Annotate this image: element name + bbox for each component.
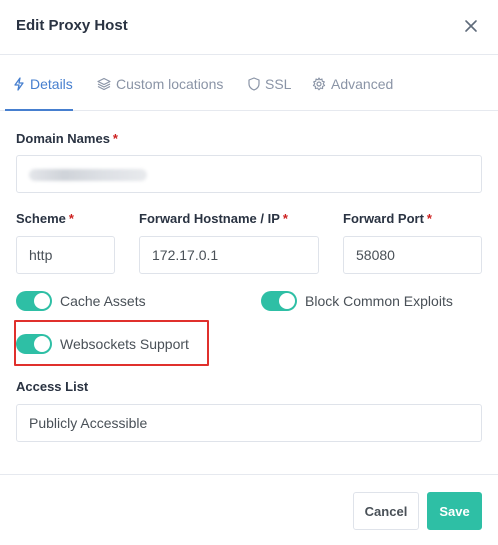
tab-label: SSL	[265, 75, 292, 92]
required-marker: *	[112, 131, 118, 146]
block-exploits-label: Block Common Exploits	[305, 293, 453, 309]
close-icon	[465, 20, 477, 32]
modal-header: Edit Proxy Host	[0, 0, 498, 55]
forward-port-input[interactable]: 58080	[343, 236, 482, 274]
forward-port-label: Forward Port *	[343, 211, 432, 226]
scheme-label: Scheme *	[16, 211, 74, 226]
forward-hostname-value: 172.17.0.1	[152, 247, 219, 263]
cache-assets-toggle[interactable]	[16, 291, 52, 311]
forward-hostname-input[interactable]: 172.17.0.1	[139, 236, 319, 274]
tab-custom-locations[interactable]: Custom locations	[97, 56, 223, 111]
cache-assets-label: Cache Assets	[60, 293, 146, 309]
access-list-value: Publicly Accessible	[29, 415, 148, 431]
tab-details[interactable]: Details	[13, 56, 73, 111]
modal-title: Edit Proxy Host	[16, 17, 128, 34]
modal-footer: Cancel Save	[0, 474, 498, 545]
scheme-select[interactable]: http	[16, 236, 115, 274]
required-marker: *	[68, 211, 74, 226]
domain-names-input[interactable]	[16, 155, 482, 193]
save-button[interactable]: Save	[427, 492, 482, 530]
required-marker: *	[426, 211, 432, 226]
domain-names-label: Domain Names *	[16, 131, 118, 146]
highlight-annotation	[14, 320, 209, 366]
forward-hostname-label: Forward Hostname / IP *	[139, 211, 288, 226]
gear-icon	[312, 76, 326, 90]
access-list-label: Access List	[16, 379, 89, 394]
cancel-button[interactable]: Cancel	[353, 492, 419, 530]
forward-port-value: 58080	[356, 247, 395, 263]
tab-label: Custom locations	[116, 75, 224, 92]
scheme-value: http	[29, 247, 53, 263]
tab-ssl[interactable]: SSL	[248, 56, 291, 111]
block-exploits-toggle-row: Block Common Exploits	[261, 291, 453, 311]
cache-assets-toggle-row: Cache Assets	[16, 291, 146, 311]
required-marker: *	[282, 211, 288, 226]
tab-label: Advanced	[331, 75, 394, 92]
tab-advanced[interactable]: Advanced	[312, 56, 393, 111]
redacted-domain-value	[29, 169, 147, 181]
bolt-icon	[14, 76, 24, 91]
block-exploits-toggle[interactable]	[261, 291, 297, 311]
access-list-select[interactable]: Publicly Accessible	[16, 404, 482, 442]
layers-icon	[97, 77, 111, 90]
tab-bar: Details Custom locations SSL Advanced	[0, 56, 498, 111]
tab-label: Details	[30, 75, 73, 92]
active-tab-indicator	[5, 109, 73, 111]
close-button[interactable]	[461, 16, 481, 36]
shield-icon	[248, 76, 260, 91]
